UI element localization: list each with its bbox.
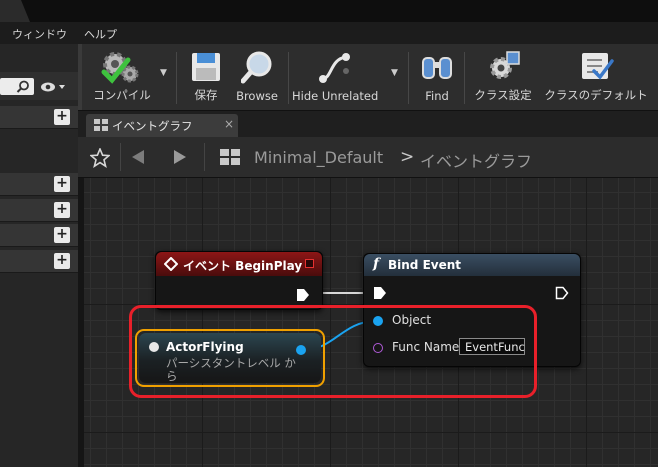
- browse-magnifier-icon: [241, 51, 272, 84]
- event-beginplay-node[interactable]: イベント BeginPlay: [155, 251, 323, 310]
- graph-grid-icon: [220, 149, 240, 165]
- browse-label: Browse: [236, 89, 278, 103]
- find-button[interactable]: Find: [414, 48, 460, 108]
- function-f-icon: f: [373, 256, 380, 272]
- toolbar-separator: [464, 52, 465, 104]
- toolbar-separator: [176, 52, 177, 104]
- exec-input-pin-icon[interactable]: [373, 286, 387, 300]
- highlight-annotation: [129, 305, 537, 398]
- graph-canvas[interactable]: イベント BeginPlay f Bind Event Object Func …: [84, 178, 658, 467]
- hide-unrelated-label: Hide Unrelated: [292, 89, 379, 103]
- compile-label: コンパイル: [93, 88, 151, 102]
- toolbar-separator: [288, 52, 289, 104]
- tab-event-graph[interactable]: イベントグラフ ×: [86, 114, 238, 137]
- menu-bar: ウィンドウ ヘルプ: [0, 22, 658, 45]
- my-blueprint-panel: + + + + +: [0, 44, 78, 467]
- add-macro-button[interactable]: +: [54, 202, 70, 218]
- hide-unrelated-dropdown[interactable]: ▼: [391, 68, 398, 78]
- forward-arrow-icon[interactable]: [172, 149, 188, 165]
- graph-grid-icon: [94, 119, 108, 131]
- add-dispatcher-button[interactable]: +: [54, 253, 70, 269]
- find-label: Find: [425, 89, 449, 103]
- class-settings-button[interactable]: クラス設定: [468, 48, 538, 108]
- add-variable-button[interactable]: +: [54, 227, 70, 243]
- window-tab-stub[interactable]: [0, 0, 30, 22]
- title-bar: [0, 0, 658, 22]
- breadcrumb-separator: >: [400, 147, 415, 167]
- compile-options-dropdown[interactable]: ▼: [160, 68, 167, 78]
- class-settings-label: クラス設定: [474, 88, 532, 102]
- breadcrumb-graph[interactable]: イベントグラフ: [420, 148, 532, 172]
- search-input[interactable]: [0, 78, 34, 95]
- document-tab-strip: イベントグラフ ×: [78, 111, 658, 137]
- hide-unrelated-button[interactable]: Hide Unrelated: [292, 48, 378, 108]
- path-separator: [204, 143, 205, 171]
- menu-window[interactable]: ウィンドウ: [12, 26, 67, 42]
- panel-row-variables: +: [0, 224, 78, 247]
- panel-row-graphs: +: [0, 106, 78, 129]
- class-settings-gear-icon: [490, 51, 520, 79]
- event-beginplay-title: イベント BeginPlay: [183, 259, 303, 273]
- visibility-eye-icon[interactable]: [40, 81, 68, 93]
- toolbar-grip: [78, 44, 82, 110]
- find-binoculars-icon: [422, 57, 452, 79]
- compile-button[interactable]: コンパイル: [86, 48, 158, 108]
- add-graph-button[interactable]: +: [54, 109, 70, 125]
- toolbar: コンパイル ▼ 保存 Browse Hide Unrelated ▼ Find …: [78, 44, 658, 111]
- panel-row-macros: +: [0, 199, 78, 222]
- save-floppy-icon: [192, 53, 220, 81]
- toolbar-separator: [408, 52, 409, 104]
- back-arrow-icon[interactable]: [130, 149, 146, 165]
- graph-path-bar: Minimal_Default > イベントグラフ: [78, 137, 658, 178]
- class-defaults-checklist-icon: [582, 53, 614, 80]
- path-separator: [120, 143, 121, 171]
- tab-event-graph-label: イベントグラフ: [112, 119, 193, 133]
- favorite-star-icon[interactable]: [90, 148, 110, 168]
- exec-output-pin-icon[interactable]: [555, 286, 569, 300]
- compile-gear-icon: [101, 52, 139, 84]
- class-defaults-label: クラスのデフォルト: [544, 88, 648, 102]
- hide-unrelated-graph-icon: [319, 53, 350, 83]
- panel-row-dispatchers: +: [0, 250, 78, 273]
- class-defaults-button[interactable]: クラスのデフォルト: [540, 48, 652, 108]
- add-function-button[interactable]: +: [54, 176, 70, 192]
- delegate-output-pin[interactable]: [305, 259, 314, 268]
- breadcrumb-blueprint[interactable]: Minimal_Default: [254, 148, 383, 167]
- menu-help[interactable]: ヘルプ: [84, 26, 117, 42]
- event-diamond-icon: [164, 257, 178, 271]
- exec-output-pin-icon[interactable]: [296, 288, 310, 302]
- bind-event-title: Bind Event: [388, 258, 462, 272]
- panel-row-functions: +: [0, 173, 78, 196]
- close-tab-icon[interactable]: ×: [224, 117, 234, 131]
- search-icon: [16, 80, 29, 93]
- save-button[interactable]: 保存: [182, 48, 230, 108]
- browse-button[interactable]: Browse: [230, 48, 284, 108]
- save-label: 保存: [194, 88, 218, 102]
